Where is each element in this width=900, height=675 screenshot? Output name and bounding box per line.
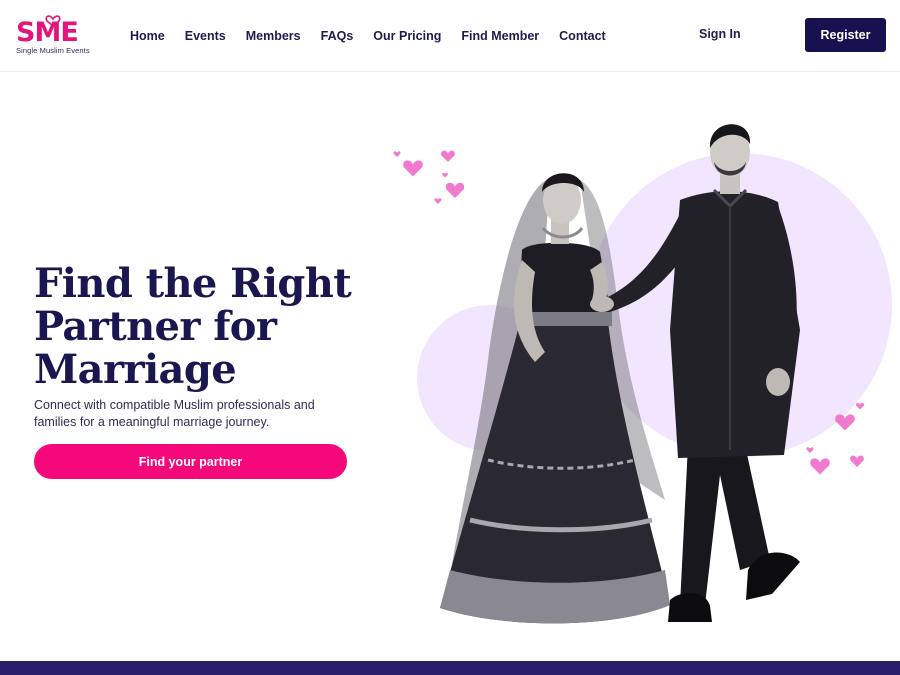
register-button[interactable]: Register — [805, 18, 886, 52]
heart-icon — [855, 402, 865, 410]
heart-icon — [810, 458, 830, 475]
nav-members[interactable]: Members — [246, 29, 301, 43]
heart-icon — [442, 172, 448, 178]
sme-logo-mark: SME — [16, 15, 79, 45]
nav-contact[interactable]: Contact — [559, 29, 606, 43]
nav-events[interactable]: Events — [185, 29, 226, 43]
heart-icon — [850, 455, 864, 467]
hearts-cluster-top — [393, 150, 465, 204]
heart-icon — [441, 150, 455, 162]
nav-find-member[interactable]: Find Member — [461, 29, 539, 43]
nav-faqs[interactable]: FAQs — [321, 29, 354, 43]
heart-icon — [403, 160, 423, 177]
sign-in-link[interactable]: Sign In — [699, 27, 741, 41]
heart-icon — [835, 414, 855, 431]
find-partner-button[interactable]: Find your partner — [34, 444, 347, 479]
heart-icon — [393, 151, 401, 157]
hero-subtitle: Connect with compatible Muslim professio… — [34, 398, 315, 429]
logo-caption: Single Muslim Events — [16, 46, 90, 55]
footer-band — [0, 661, 900, 675]
heart-icon — [806, 447, 814, 453]
hero-illustration — [393, 124, 892, 624]
main-nav: Home Events Members FAQs Our Pricing Fin… — [120, 0, 616, 72]
heart-icon — [434, 198, 442, 204]
hero-title: Find the Right Partner for Marriage — [34, 260, 352, 393]
site-logo[interactable]: SME Single Muslim Events — [14, 13, 94, 57]
nav-home[interactable]: Home — [130, 29, 165, 43]
nav-our-pricing[interactable]: Our Pricing — [373, 29, 441, 43]
site-header: SME Single Muslim Events Home Events Mem… — [0, 0, 900, 72]
heart-icon — [445, 182, 465, 198]
